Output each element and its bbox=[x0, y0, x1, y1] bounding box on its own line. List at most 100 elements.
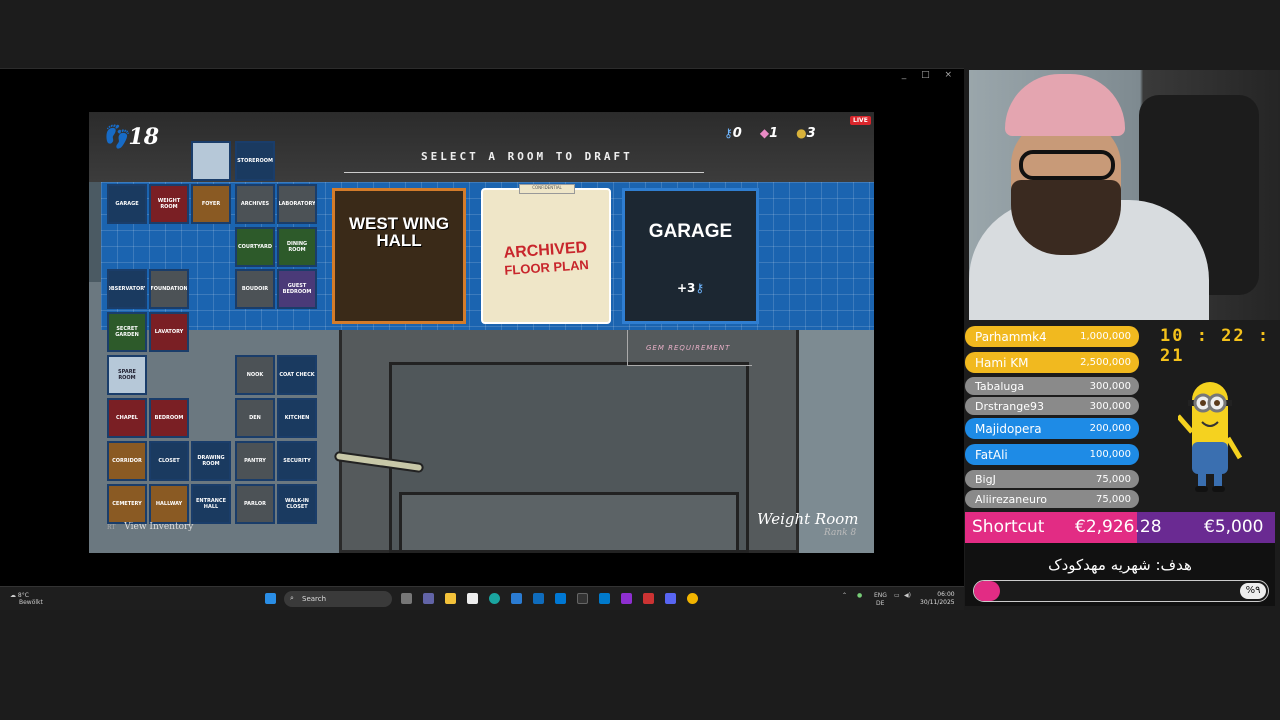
goal-progress-fill bbox=[974, 581, 1001, 601]
map-tile: SPARE ROOM bbox=[107, 355, 147, 395]
view-inventory[interactable]: RT View Inventory bbox=[107, 522, 193, 532]
donation-row: Parhammk4 1,000,000 bbox=[965, 326, 1139, 347]
map-tile: KITCHEN bbox=[277, 398, 317, 438]
footsteps-icon: 👣 bbox=[101, 124, 129, 150]
live-badge: LIVE bbox=[850, 116, 871, 125]
game-viewport[interactable]: 👣18 ⚷0 ◆1 ●3 LIVE SELECT A ROOM TO DRAFT… bbox=[89, 112, 874, 553]
map-tile: FOUNDATION bbox=[149, 269, 189, 309]
keys-counter: ⚷0 bbox=[724, 126, 742, 141]
clock[interactable]: 06:00 30/11/2025 bbox=[920, 591, 955, 607]
window-controls[interactable]: _ □ × bbox=[902, 70, 958, 80]
gems-value: 1 bbox=[769, 126, 779, 141]
map-tile: CLOSET bbox=[149, 441, 189, 481]
goal-percent: %۹ bbox=[1240, 583, 1266, 599]
map-tile: STOREROOM bbox=[235, 141, 275, 181]
select-arrow-line bbox=[344, 172, 704, 173]
donor-name: FatAli bbox=[975, 447, 1008, 462]
app2-icon[interactable] bbox=[555, 593, 566, 604]
select-room-label: SELECT A ROOM TO DRAFT bbox=[421, 150, 633, 163]
donor-name: BigJ bbox=[975, 472, 996, 486]
resources: ⚷0 ◆1 ●3 bbox=[724, 126, 816, 141]
key-icon: ⚷ bbox=[724, 126, 733, 140]
taskview-icon[interactable] bbox=[401, 593, 412, 604]
edge-icon[interactable] bbox=[489, 593, 500, 604]
weather-temp: 8°C bbox=[17, 592, 29, 599]
map-tile: DRAWING ROOM bbox=[191, 441, 231, 481]
map-tile: FOYER bbox=[191, 184, 231, 224]
room-card-title: GARAGE bbox=[648, 221, 733, 242]
donation-amount: 100,000 bbox=[1089, 449, 1131, 460]
map-tile: ARCHIVES bbox=[235, 184, 275, 224]
rider-icon[interactable] bbox=[621, 593, 632, 604]
chrome-icon[interactable] bbox=[687, 593, 698, 604]
weather-widget[interactable]: ☁ 8°C Bewölkt bbox=[10, 592, 43, 606]
shortcut-current: €2,926.28 bbox=[1075, 517, 1162, 537]
donation-row: FatAli 100,000 bbox=[965, 444, 1139, 465]
map-tile: CHAPEL bbox=[107, 398, 147, 438]
search-box[interactable]: ⌕ Search bbox=[284, 591, 392, 607]
rt-button-icon: RT bbox=[107, 524, 116, 531]
donation-amount: 200,000 bbox=[1089, 423, 1131, 434]
network-icon: ▭ bbox=[894, 592, 900, 599]
terminal-icon[interactable] bbox=[577, 593, 588, 604]
discord-icon[interactable] bbox=[665, 593, 676, 604]
donation-row: BigJ 75,000 bbox=[965, 470, 1139, 488]
map-tile-entrance bbox=[191, 141, 231, 181]
app3-icon[interactable] bbox=[643, 593, 654, 604]
donation-amount: 75,000 bbox=[1096, 493, 1131, 505]
room-card-archived-floor-plan[interactable]: CONFIDENTIAL ARCHIVED FLOOR PLAN bbox=[481, 184, 611, 324]
map-tile: OBSERVATORY bbox=[107, 269, 147, 309]
clock-date: 30/11/2025 bbox=[920, 599, 955, 606]
room-card-title: ARCHIVED FLOOR PLAN bbox=[482, 238, 610, 281]
key-bonus: +3⚷ bbox=[677, 281, 704, 295]
goal-text: هدف: شهریه مهدکودک bbox=[1048, 556, 1192, 574]
taskbar: ☁ 8°C Bewölkt ⌕ Search ⌃ ● ENG DE ▭ ◀) 0… bbox=[0, 586, 964, 610]
chevron-up-icon: ⌃ bbox=[842, 592, 848, 599]
steps-value: 18 bbox=[128, 124, 160, 150]
door-panel-lower bbox=[399, 492, 739, 553]
start-icon[interactable] bbox=[265, 593, 276, 604]
donation-amount: 300,000 bbox=[1089, 380, 1131, 392]
map-tile: GUEST BEDROOM bbox=[277, 269, 317, 309]
coins-value: 3 bbox=[806, 126, 816, 141]
donation-amount: 300,000 bbox=[1089, 400, 1131, 412]
room-card-title-line2: FLOOR PLAN bbox=[503, 257, 590, 278]
webcam-feed bbox=[969, 70, 1280, 320]
room-card-garage[interactable]: GARAGE +3⚷ bbox=[622, 188, 759, 324]
system-tray[interactable]: ⌃ ● ENG DE ▭ ◀) bbox=[842, 592, 911, 607]
gem-icon: ◆ bbox=[759, 126, 770, 140]
folder-tab: CONFIDENTIAL bbox=[519, 184, 575, 194]
outlook-icon[interactable] bbox=[533, 593, 544, 604]
steps-counter: 👣18 bbox=[101, 124, 159, 150]
teams-icon[interactable] bbox=[423, 593, 434, 604]
map-tile: GARAGE bbox=[107, 184, 147, 224]
map-tile: BEDROOM bbox=[149, 398, 189, 438]
store-icon[interactable] bbox=[467, 593, 478, 604]
mic-icon: ● bbox=[856, 592, 863, 599]
vscode-icon[interactable] bbox=[599, 593, 610, 604]
key-icon: ⚷ bbox=[695, 281, 705, 295]
map-tile: WEIGHT ROOM bbox=[149, 184, 189, 224]
app-icon[interactable] bbox=[511, 593, 522, 604]
map-tile: SECRET GARDEN bbox=[107, 312, 147, 352]
room-card-west-wing-hall[interactable]: WEST WING HALL bbox=[332, 188, 466, 324]
current-room-name: Weight Room bbox=[757, 510, 859, 528]
gem-requirement: GEM REQUIREMENT bbox=[627, 330, 752, 366]
map-tile: COAT CHECK bbox=[277, 355, 317, 395]
minion-mascot bbox=[1178, 382, 1242, 492]
map-tile: HALLWAY bbox=[149, 484, 189, 524]
map-tile: ENTRANCE HALL bbox=[191, 484, 231, 524]
explorer-icon[interactable] bbox=[445, 593, 456, 604]
map-tile: DINING ROOM bbox=[277, 227, 317, 267]
map-tile: LABORATORY bbox=[277, 184, 317, 224]
room-card-title: WEST WING HALL bbox=[335, 215, 463, 249]
cloud-icon: ☁ bbox=[10, 592, 16, 599]
donor-name: Hami KM bbox=[975, 355, 1029, 370]
donor-name: Drstrange93 bbox=[975, 399, 1045, 413]
search-icon: ⌕ bbox=[290, 594, 294, 602]
map-tile: LAVATORY bbox=[149, 312, 189, 352]
map-tile: DEN bbox=[235, 398, 275, 438]
stream-timer: 10 : 22 : 21 bbox=[1160, 326, 1271, 366]
current-room-rank: Rank 8 bbox=[824, 528, 857, 538]
language-primary: ENG bbox=[874, 592, 887, 599]
